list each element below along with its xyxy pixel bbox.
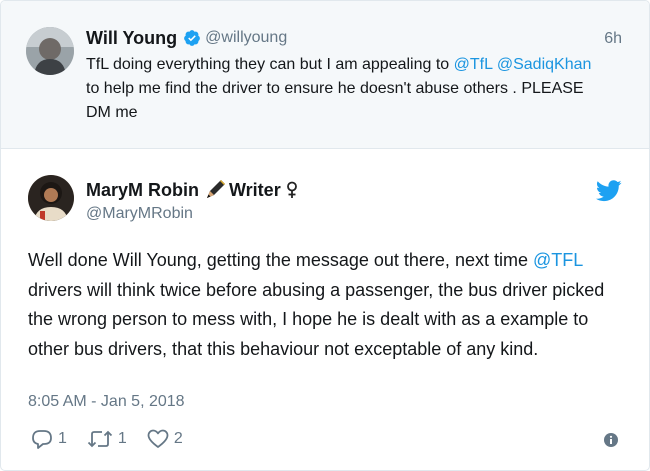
parent-author-name[interactable]: Will Young bbox=[86, 28, 177, 49]
heart-icon bbox=[147, 429, 169, 448]
tweet-text-part: Well done Will Young, getting the messag… bbox=[28, 250, 533, 270]
parent-text-part: TfL doing everything they can but I am a… bbox=[86, 56, 454, 73]
female-sign-icon bbox=[286, 181, 297, 198]
parent-author-handle[interactable]: @willyoung bbox=[205, 29, 287, 47]
info-icon[interactable] bbox=[603, 432, 619, 448]
twitter-bird-icon[interactable] bbox=[596, 180, 622, 202]
tweet-text-part: drivers will think twice before abusing … bbox=[28, 279, 605, 359]
author-handle[interactable]: @MaryMRobin bbox=[86, 205, 193, 223]
parent-author-row: Will Young @willyoung bbox=[86, 27, 287, 49]
reply-icon bbox=[32, 430, 52, 449]
parent-text-part: to help me find the driver to ensure he … bbox=[86, 80, 584, 121]
parent-tweet-time[interactable]: 6h bbox=[604, 30, 622, 48]
retweet-button[interactable]: 1 bbox=[87, 429, 127, 449]
retweet-icon bbox=[87, 430, 113, 448]
author-name[interactable]: MaryM Robin bbox=[86, 180, 199, 201]
mention-link-sadiqkhan[interactable]: @SadiqKhan bbox=[497, 56, 592, 73]
parent-author-avatar[interactable] bbox=[26, 27, 74, 75]
tweet-timestamp[interactable]: 8:05 AM - Jan 5, 2018 bbox=[28, 393, 185, 411]
mention-link-tfl[interactable]: @TFL bbox=[533, 250, 583, 270]
reply-button[interactable]: 1 bbox=[31, 429, 67, 449]
author-name-suffix[interactable]: Writer bbox=[229, 180, 281, 201]
like-count: 2 bbox=[173, 430, 183, 447]
mention-link-tfl[interactable]: @TfL bbox=[454, 56, 493, 73]
tweet-actions: 1 1 2 bbox=[31, 426, 203, 452]
author-name-row[interactable]: MaryM Robin Writer bbox=[86, 179, 301, 201]
parent-tweet-text: TfL doing everything they can but I am a… bbox=[86, 53, 606, 125]
retweet-count: 1 bbox=[117, 430, 127, 447]
tweet-text: Well done Will Young, getting the messag… bbox=[28, 246, 628, 364]
pen-icon bbox=[207, 180, 226, 198]
like-button[interactable]: 2 bbox=[147, 429, 183, 449]
author-avatar[interactable] bbox=[28, 175, 74, 221]
tweet-card: Will Young @willyoung 6h TfL doing every… bbox=[0, 0, 650, 471]
verified-badge-icon bbox=[184, 30, 201, 46]
parent-tweet[interactable]: Will Young @willyoung 6h TfL doing every… bbox=[1, 1, 649, 149]
reply-count: 1 bbox=[58, 430, 67, 447]
